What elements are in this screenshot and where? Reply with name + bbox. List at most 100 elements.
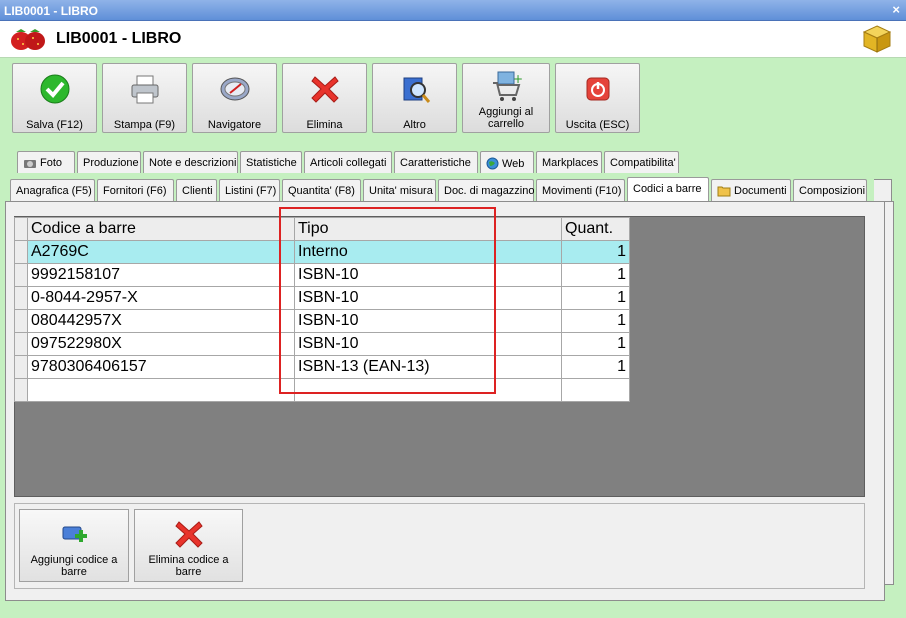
window-title-bar: LIB0001 - LIBRO × — [0, 0, 906, 21]
add-to-cart-label-line2: carrello — [487, 118, 525, 130]
tab-production[interactable]: Produzione — [77, 151, 141, 173]
book-search-icon — [403, 77, 430, 103]
tab-linked-items[interactable]: Articoli collegati — [304, 151, 392, 173]
tab-customers[interactable]: Clienti — [176, 179, 217, 201]
tab-statistics-label: Statistiche — [246, 157, 297, 169]
globe-icon — [486, 157, 499, 170]
row-indicator — [14, 309, 28, 333]
delete-button[interactable]: Elimina — [282, 63, 367, 133]
add-to-cart-button[interactable]: + Aggiungi al carrello — [462, 63, 550, 133]
page-title: LIB0001 - LIBRO — [56, 30, 182, 47]
tab-suppliers-label: Fornitori (F6) — [103, 185, 167, 197]
close-icon[interactable]: × — [892, 2, 900, 17]
check-icon — [40, 74, 69, 104]
printer-icon — [131, 75, 158, 104]
cell-qty[interactable]: 1 — [561, 286, 630, 310]
delete-barcode-label-line1: Elimina codice a — [148, 554, 229, 566]
tab-unit-label: Unita' misura — [369, 185, 433, 197]
delete-barcode-label-line2: barre — [175, 566, 202, 578]
exit-button[interactable]: Uscita (ESC) — [555, 63, 640, 133]
folder-icon — [717, 186, 731, 197]
cell-qty[interactable]: 1 — [561, 355, 630, 379]
tab-movements[interactable]: Movimenti (F10) — [536, 179, 625, 201]
cart-icon: + — [493, 71, 523, 101]
tab-documents-label: Documenti — [734, 185, 787, 197]
delete-label: Elimina — [306, 119, 343, 131]
tab-marketplaces-label: Markplaces — [542, 157, 599, 169]
compass-icon — [220, 77, 249, 101]
add-to-cart-label: Aggiungi al carrello — [463, 106, 549, 130]
tab-compatibility[interactable]: Compatibilita' — [604, 151, 679, 173]
other-button[interactable]: Altro — [372, 63, 457, 133]
camera-icon — [24, 160, 36, 168]
tab-notes[interactable]: Note e descrizioni — [143, 151, 238, 173]
cell-qty[interactable]: 1 — [561, 309, 630, 333]
add-to-cart-label-line1: Aggiungi al — [478, 106, 534, 118]
row-indicator — [14, 286, 28, 310]
tab-compatibility-label: Compatibilita' — [610, 157, 676, 169]
tab-documents[interactable]: Documenti — [711, 179, 791, 201]
add-barcode-button[interactable]: Aggiungi codice a barre — [19, 509, 129, 582]
tab-compositions-label: Composizioni — [799, 185, 866, 197]
save-button[interactable]: Salva (F12) — [12, 63, 97, 133]
tab-quantity-label: Quantita' (F8) — [288, 185, 355, 197]
column-header-qty[interactable]: Quant. — [561, 217, 630, 241]
strawberry-icon — [11, 29, 45, 50]
tab-pricelists[interactable]: Listini (F7) — [219, 179, 280, 201]
tab-marketplaces[interactable]: Markplaces — [536, 151, 602, 173]
tab-photo[interactable]: Foto — [17, 151, 75, 173]
window-title: LIB0001 - LIBRO — [4, 4, 99, 18]
print-button[interactable]: Stampa (F9) — [102, 63, 187, 133]
tab-warehouse-docs[interactable]: Doc. di magazzino — [438, 179, 535, 201]
tab-features[interactable]: Caratteristiche — [394, 151, 478, 173]
delete-barcode-button[interactable]: Elimina codice a barre — [134, 509, 243, 582]
tab-compositions[interactable]: Composizioni — [793, 179, 867, 201]
svg-text:+: + — [513, 72, 523, 86]
cell-code[interactable]: 0-8044-2957-X — [27, 286, 295, 310]
row-indicator — [14, 378, 28, 402]
tab-unit[interactable]: Unita' misura — [363, 179, 436, 201]
save-label: Salva (F12) — [26, 119, 83, 131]
tab-features-label: Caratteristiche — [400, 157, 471, 169]
tab-suppliers[interactable]: Fornitori (F6) — [97, 179, 174, 201]
row-indicator — [14, 332, 28, 356]
delete-barcode-label: Elimina codice a barre — [135, 554, 242, 578]
tab-warehouse-docs-label: Doc. di magazzino — [444, 185, 535, 197]
other-label: Altro — [403, 119, 426, 131]
cell-code[interactable]: 097522980X — [27, 332, 295, 356]
tab-movements-label: Movimenti (F10) — [542, 185, 622, 197]
tab-photo-label: Foto — [40, 157, 63, 169]
tab-barcodes-label: Codici a barre — [633, 183, 702, 195]
print-label: Stampa (F9) — [113, 119, 176, 131]
row-indicator — [14, 240, 28, 264]
cell-code-empty[interactable] — [27, 378, 295, 402]
navigator-button[interactable]: Navigatore — [192, 63, 277, 133]
row-indicator — [14, 355, 28, 379]
cell-code[interactable]: 080442957X — [27, 309, 295, 333]
add-barcode-label: Aggiungi codice a barre — [20, 554, 128, 578]
cell-code[interactable]: A2769C — [27, 240, 295, 264]
cell-qty[interactable]: 1 — [561, 332, 630, 356]
tab-registry[interactable]: Anagrafica (F5) — [10, 179, 95, 201]
boxes-icon — [862, 25, 892, 53]
red-x-icon — [174, 521, 203, 548]
column-header-code[interactable]: Codice a barre — [27, 217, 295, 241]
tab-pricelists-label: Listini (F7) — [225, 185, 277, 197]
tab-production-label: Produzione — [83, 157, 139, 169]
exit-label: Uscita (ESC) — [565, 119, 630, 131]
cell-code[interactable]: 9992158107 — [27, 263, 295, 287]
cell-qty[interactable]: 1 — [561, 263, 630, 287]
cell-qty[interactable]: 1 — [561, 240, 630, 264]
tab-quantity[interactable]: Quantita' (F8) — [282, 179, 361, 201]
power-icon — [586, 77, 609, 101]
tab-barcodes[interactable]: Codici a barre — [627, 177, 709, 201]
tab-linked-items-label: Articoli collegati — [310, 157, 387, 169]
highlight-box — [279, 207, 496, 394]
tab-web[interactable]: Web — [480, 151, 534, 173]
add-barcode-label-line2: barre — [61, 566, 87, 578]
cell-qty-empty[interactable] — [561, 378, 630, 402]
cell-code[interactable]: 9780306406157 — [27, 355, 295, 379]
tab-statistics[interactable]: Statistiche — [240, 151, 302, 173]
form-header: LIB0001 - LIBRO — [0, 21, 906, 58]
tab-customers-label: Clienti — [182, 185, 213, 197]
